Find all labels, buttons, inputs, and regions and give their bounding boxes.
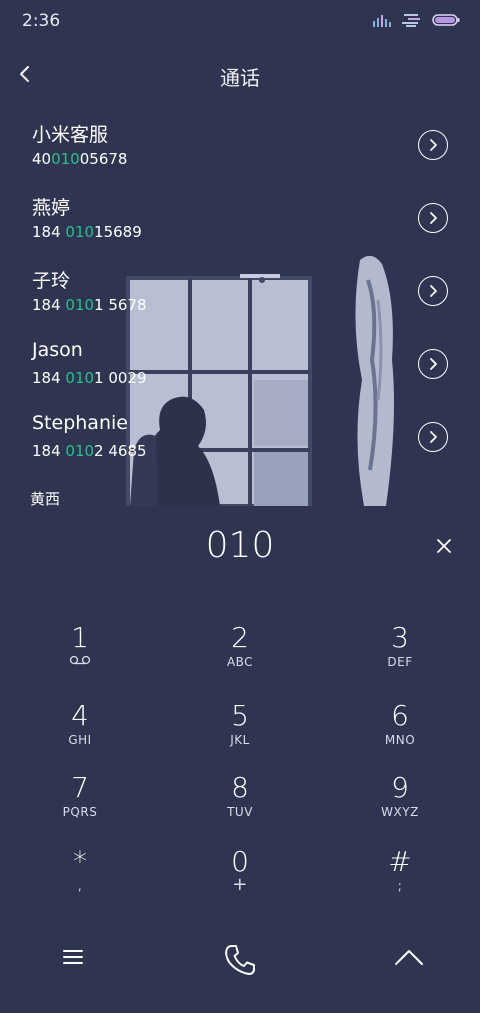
key-6[interactable]: 6 MNO — [340, 700, 460, 766]
key-letters: + — [232, 874, 248, 895]
key-8[interactable]: 8 TUV — [180, 772, 300, 838]
key-letters: DEF — [387, 655, 413, 669]
contact-number: 184 0101 5678 — [32, 296, 147, 314]
number-prefix: 40 — [32, 150, 52, 168]
signal-bars-icon — [373, 15, 391, 27]
chevron-right-icon — [430, 285, 437, 297]
contact-name: Stephanie — [32, 412, 128, 434]
contact-item[interactable]: 子玲 184 0101 5678 — [0, 256, 480, 329]
key-letters: PQRS — [62, 805, 98, 819]
key-digit: 9 — [391, 771, 409, 804]
bottom-bar — [0, 930, 480, 990]
key-digit: 4 — [71, 699, 89, 732]
key-hash[interactable]: # ; — [340, 846, 460, 912]
collapse-keypad-button[interactable] — [392, 944, 426, 970]
status-time: 2:36 — [22, 11, 61, 31]
key-2[interactable]: 2 ABC — [180, 622, 300, 688]
key-letters: TUV — [227, 805, 253, 819]
contact-detail-button[interactable] — [418, 349, 448, 379]
key-digit: 2 — [231, 621, 249, 654]
battery-icon — [432, 14, 460, 26]
number-match: 010 — [51, 150, 80, 168]
number-prefix: 184 — [32, 369, 66, 387]
contact-number: 184 0102 4685 — [32, 442, 147, 460]
chevron-right-icon — [430, 431, 437, 443]
chevron-right-icon — [430, 358, 437, 370]
contact-detail-button[interactable] — [418, 276, 448, 306]
contact-detail-button[interactable] — [418, 203, 448, 233]
number-suffix: 05678 — [79, 150, 128, 168]
number-match: 010 — [65, 296, 95, 314]
chevron-right-icon — [430, 139, 437, 151]
call-button[interactable] — [220, 940, 260, 980]
contact-name: 小米客服 — [32, 124, 109, 146]
voicemail-icon — [69, 655, 91, 665]
number-match: 010 — [65, 442, 95, 460]
contact-item[interactable]: Jason 184 0101 0029 — [0, 329, 480, 402]
contact-name: 燕婷 — [32, 197, 71, 219]
number-prefix: 184 — [32, 223, 66, 241]
status-icons — [372, 13, 460, 27]
key-0[interactable]: 0 + — [180, 846, 300, 912]
number-suffix: 15689 — [94, 223, 142, 241]
contact-list: 小米客服 4001005678 燕婷 184 01015689 子玲 184 0… — [0, 110, 480, 506]
key-letters: JKL — [230, 733, 250, 747]
key-digit: 7 — [71, 771, 89, 804]
network-icon — [402, 14, 420, 27]
contact-detail-button[interactable] — [418, 422, 448, 452]
key-5[interactable]: 5 JKL — [180, 700, 300, 766]
number-prefix: 184 — [32, 296, 66, 314]
key-letters: , — [77, 879, 83, 893]
status-bar: 2:36 — [0, 0, 480, 44]
key-letters: MNO — [384, 733, 416, 747]
menu-button[interactable] — [60, 944, 86, 970]
dialed-number: 010 — [205, 525, 275, 566]
contact-number: 184 0101 0029 — [32, 369, 147, 387]
header: 通话 — [0, 50, 480, 100]
number-suffix: 1 5678 — [94, 296, 147, 314]
contact-number: 4001005678 — [32, 150, 127, 168]
contact-detail-button[interactable] — [418, 130, 448, 160]
key-star[interactable]: * , — [20, 846, 140, 912]
contact-item[interactable]: Stephanie 184 0102 4685 — [0, 402, 480, 475]
close-icon — [437, 539, 451, 553]
key-3[interactable]: 3 DEF — [340, 622, 460, 688]
key-9[interactable]: 9 WXYZ — [340, 772, 460, 838]
contact-name: Jason — [32, 339, 83, 361]
phone-icon — [225, 945, 255, 975]
number-suffix: 1 0029 — [94, 369, 147, 387]
key-letters: WXYZ — [381, 805, 419, 819]
key-letters: ; — [397, 879, 403, 893]
key-digit: * — [73, 845, 87, 878]
clear-button[interactable] — [432, 534, 456, 558]
number-prefix: 184 — [32, 442, 66, 460]
key-letters: ABC — [226, 655, 254, 669]
chevron-right-icon — [430, 212, 437, 224]
contact-item[interactable]: 小米客服 4001005678 — [0, 110, 480, 183]
number-match: 010 — [65, 223, 95, 241]
contact-item[interactable]: 燕婷 184 01015689 — [0, 183, 480, 256]
key-1[interactable]: 1 — [20, 622, 140, 688]
contact-name-partial[interactable]: 黄西 — [30, 488, 60, 506]
number-suffix: 2 4685 — [94, 442, 147, 460]
key-digit: 1 — [71, 621, 89, 654]
key-7[interactable]: 7 PQRS — [20, 772, 140, 838]
key-digit: 5 — [231, 699, 249, 732]
key-digit: 8 — [231, 771, 249, 804]
key-digit: 6 — [391, 699, 409, 732]
contact-number: 184 01015689 — [32, 223, 142, 241]
chevron-up-icon — [395, 950, 423, 965]
key-digit: # — [388, 845, 412, 878]
menu-icon — [63, 950, 83, 964]
key-letters: GHI — [68, 733, 92, 747]
key-4[interactable]: 4 GHI — [20, 700, 140, 766]
key-digit: 3 — [391, 621, 409, 654]
contact-name: 子玲 — [32, 270, 71, 292]
number-match: 010 — [65, 369, 95, 387]
page-title: 通话 — [220, 66, 260, 90]
